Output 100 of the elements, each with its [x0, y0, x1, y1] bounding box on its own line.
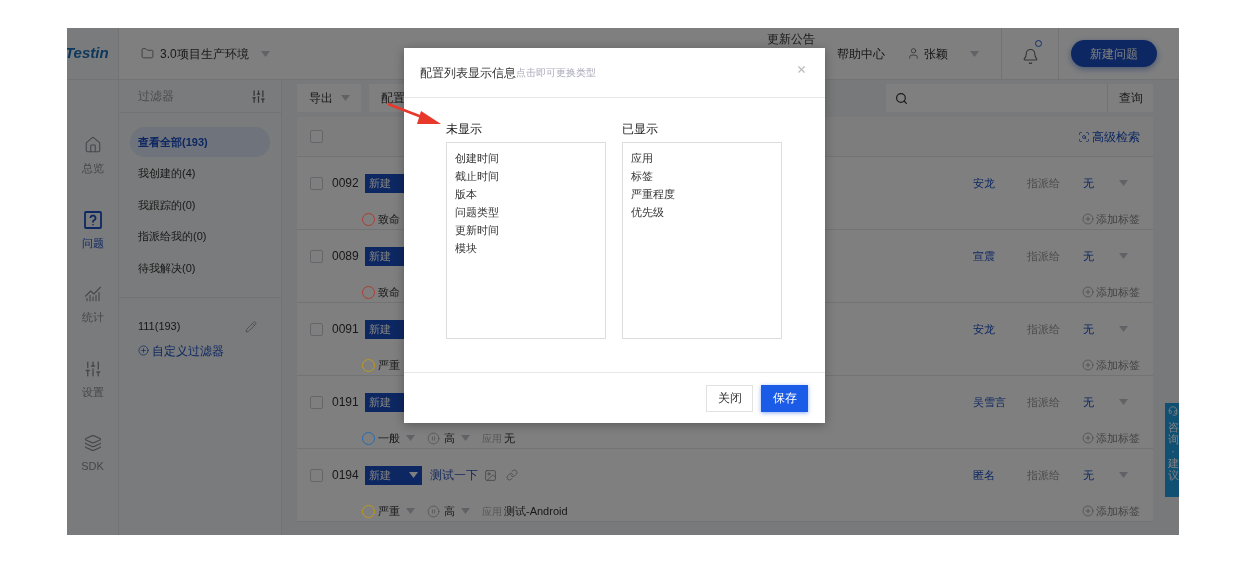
nav-item[interactable]: 问题	[81, 210, 104, 251]
checkbox[interactable]	[310, 176, 323, 190]
caret-icon	[406, 435, 415, 441]
feedback-text: 咨询·建议	[1167, 421, 1179, 482]
user-menu[interactable]: 张颖	[907, 44, 979, 63]
new-issue-button[interactable]: 新建问题	[1071, 40, 1157, 67]
checkbox[interactable]	[310, 395, 323, 409]
plus-circle-icon	[1082, 213, 1094, 225]
assignee-dropdown[interactable]: 无	[1083, 247, 1128, 265]
search-icon	[1078, 130, 1090, 143]
app-value: 无	[504, 430, 515, 446]
layers-icon	[83, 434, 102, 452]
severity-dropdown[interactable]: 严重	[362, 356, 400, 374]
chart-icon	[83, 285, 102, 303]
status-dropdown[interactable]: 新建	[365, 465, 422, 485]
add-filter-link[interactable]: 自定义过滤器	[138, 341, 262, 360]
caret-icon	[409, 472, 418, 478]
folder-icon	[141, 47, 154, 60]
caret-icon	[340, 95, 350, 101]
pause-circle-icon	[427, 431, 440, 445]
plus-circle-icon	[1082, 286, 1094, 298]
dialog-hint: 点击即可更换类型	[516, 66, 596, 78]
plus-circle-icon	[1082, 432, 1094, 444]
plus-circle-icon	[1082, 359, 1094, 371]
filter-item[interactable]: 111(193)	[138, 318, 181, 335]
issue-id: 0092	[332, 175, 360, 192]
assignee-dropdown[interactable]: 无	[1083, 466, 1128, 484]
caret-icon	[461, 508, 470, 514]
search-field[interactable]	[886, 84, 1107, 112]
assignee-dropdown[interactable]: 无	[1083, 393, 1128, 411]
caret-icon	[260, 50, 270, 57]
home-icon	[83, 136, 102, 154]
reporter-name[interactable]: 安龙	[973, 174, 1027, 192]
close-button[interactable]: 关闭	[706, 384, 753, 412]
top-link[interactable]: 更新公告	[767, 33, 815, 46]
filter-item[interactable]: 指派给我的(0)	[130, 221, 270, 252]
reporter-name[interactable]: 安龙	[973, 320, 1027, 338]
sliders-icon[interactable]	[251, 88, 266, 104]
field-item[interactable]: 标签	[631, 167, 781, 185]
severity-dropdown[interactable]: 致命	[362, 283, 400, 301]
reporter-name[interactable]: 匿名	[973, 466, 1027, 484]
issue-id: 0194	[332, 467, 360, 484]
edit-icon[interactable]	[245, 320, 257, 333]
export-button[interactable]: 导出	[297, 84, 361, 112]
checkbox[interactable]	[310, 249, 323, 263]
annotation-arrow	[387, 102, 442, 126]
field-item[interactable]: 应用	[631, 149, 781, 167]
caret-icon	[406, 508, 415, 514]
field-item[interactable]: 更新时间	[455, 221, 605, 239]
issue-id: 0089	[332, 248, 360, 265]
filter-item[interactable]: 我跟踪的(0)	[130, 190, 270, 220]
user-icon	[907, 47, 920, 60]
severity-dropdown[interactable]: 一般	[362, 429, 415, 447]
field-item[interactable]: 问题类型	[455, 203, 605, 221]
issue-title[interactable]: 测试一下	[430, 466, 478, 484]
checkbox[interactable]	[310, 468, 323, 482]
filter-item[interactable]: 查看全部(193)	[130, 127, 270, 157]
field-item[interactable]: 严重程度	[631, 185, 781, 203]
reporter-name[interactable]: 吴雪言	[973, 393, 1027, 411]
headset-icon	[1168, 406, 1178, 416]
filter-item[interactable]: 我创建的(4)	[130, 158, 270, 189]
dialog-title: 配置列表显示信息	[420, 64, 516, 82]
close-icon[interactable]	[796, 64, 807, 75]
field-item[interactable]: 版本	[455, 185, 605, 203]
issue-id: 0191	[332, 394, 360, 411]
priority-dropdown[interactable]: 高	[427, 502, 470, 520]
severity-dropdown[interactable]: 严重	[362, 502, 415, 520]
issue-id: 0091	[332, 321, 360, 338]
bell-icon	[1021, 47, 1039, 65]
field-item[interactable]: 截止时间	[455, 167, 605, 185]
checkbox[interactable]	[310, 322, 323, 336]
link-icon[interactable]	[506, 469, 518, 481]
caret-icon	[970, 50, 979, 57]
question-icon	[83, 210, 102, 229]
plus-circle-icon	[1082, 505, 1094, 517]
app-value: 测试-Android	[504, 503, 568, 519]
field-item[interactable]: 创建时间	[455, 149, 605, 167]
field-item[interactable]: 优先级	[631, 203, 781, 221]
top-link[interactable]: 帮助中心	[837, 44, 885, 63]
filter-item[interactable]: 待我解决(0)	[130, 253, 270, 283]
caret-icon	[1119, 472, 1128, 478]
assignee-dropdown[interactable]: 无	[1083, 320, 1128, 338]
field-item[interactable]: 模块	[455, 239, 605, 257]
image-icon[interactable]	[484, 468, 497, 482]
project-selector[interactable]: 3.0项目生产环境	[141, 44, 270, 63]
priority-dropdown[interactable]: 高	[427, 429, 470, 447]
caret-icon	[1119, 253, 1128, 259]
search-icon	[895, 91, 908, 105]
caret-icon	[461, 435, 470, 441]
column-heading: 已显示	[622, 121, 659, 138]
feedback-tab[interactable]: 咨询·建议	[1165, 403, 1179, 497]
save-button[interactable]: 保存	[761, 384, 808, 412]
severity-dropdown[interactable]: 致命	[362, 210, 400, 228]
caret-icon	[1119, 180, 1128, 186]
checkbox[interactable]	[310, 130, 323, 143]
search-button[interactable]: 查询	[1107, 84, 1153, 112]
advanced-search-link[interactable]: 高级检索	[1078, 127, 1140, 146]
assignee-dropdown[interactable]: 无	[1083, 174, 1128, 192]
caret-icon	[1119, 326, 1128, 332]
reporter-name[interactable]: 宣震	[973, 247, 1027, 265]
